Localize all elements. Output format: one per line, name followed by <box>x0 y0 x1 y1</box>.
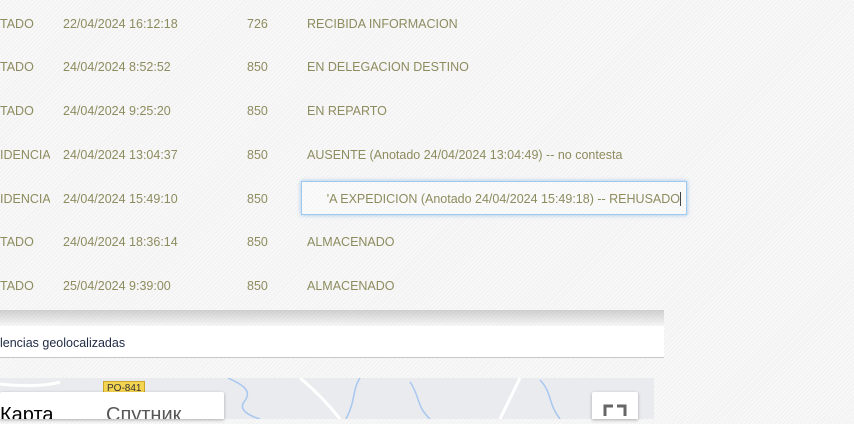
event-status: IDENCIA <box>0 148 50 162</box>
map-type-control: Карта Спутник <box>0 392 224 419</box>
event-status: TADO <box>0 279 34 293</box>
geolocated-incidences-header: lencias geolocalizadas <box>0 326 664 358</box>
event-row: TADO 22/04/2024 16:12:18 726 RECIBIDA IN… <box>0 2 664 46</box>
event-date: 22/04/2024 16:12:18 <box>63 17 178 31</box>
event-description: EN REPARTO <box>307 104 387 118</box>
fullscreen-icon <box>603 404 627 416</box>
event-code: 850 <box>247 279 268 293</box>
event-code: 850 <box>247 192 268 206</box>
event-date: 24/04/2024 13:04:37 <box>63 148 178 162</box>
event-date: 24/04/2024 8:52:52 <box>63 60 171 74</box>
event-description: 'A EXPEDICION (Anotado 24/04/2024 15:49:… <box>326 192 680 206</box>
event-status: TADO <box>0 60 34 74</box>
event-row: TADO 24/04/2024 9:25:20 850 EN REPARTO <box>0 89 664 133</box>
event-code: 850 <box>247 235 268 249</box>
fullscreen-button[interactable] <box>592 392 638 419</box>
event-description: AUSENTE (Anotado 24/04/2024 13:04:49) --… <box>307 148 623 162</box>
event-status: TADO <box>0 104 34 118</box>
event-status: TADO <box>0 235 34 249</box>
event-row: IDENCIA 24/04/2024 13:04:37 850 AUSENTE … <box>0 133 664 177</box>
event-description: ALMACENADO <box>307 235 395 249</box>
section-divider-shadow <box>0 310 664 326</box>
event-date: 24/04/2024 18:36:14 <box>63 235 178 249</box>
event-code: 850 <box>247 148 268 162</box>
map-type-map-button[interactable]: Карта <box>0 392 80 419</box>
event-description: RECIBIDA INFORMACION <box>307 17 458 31</box>
event-description-field[interactable]: 'A EXPEDICION (Anotado 24/04/2024 15:49:… <box>301 181 687 215</box>
event-row: TADO 24/04/2024 8:52:52 850 EN DELEGACIO… <box>0 45 664 89</box>
event-row: TADO 25/04/2024 9:39:00 850 ALMACENADO <box>0 264 664 308</box>
map-type-satellite-button[interactable]: Спутник <box>106 392 224 419</box>
text-caret <box>680 192 681 206</box>
events-table: TADO 22/04/2024 16:12:18 726 RECIBIDA IN… <box>0 0 664 310</box>
panel-title: lencias geolocalizadas <box>0 336 126 350</box>
event-status: IDENCIA <box>0 192 50 206</box>
event-description: EN DELEGACION DESTINO <box>307 60 469 74</box>
event-date: 24/04/2024 9:25:20 <box>63 104 171 118</box>
event-description: ALMACENADO <box>307 279 395 293</box>
event-status: TADO <box>0 17 34 31</box>
event-date: 25/04/2024 9:39:00 <box>63 279 171 293</box>
event-row: TADO 24/04/2024 18:36:14 850 ALMACENADO <box>0 220 664 264</box>
event-code: 726 <box>247 17 268 31</box>
event-code: 850 <box>247 104 268 118</box>
event-code: 850 <box>247 60 268 74</box>
event-date: 24/04/2024 15:49:10 <box>63 192 178 206</box>
